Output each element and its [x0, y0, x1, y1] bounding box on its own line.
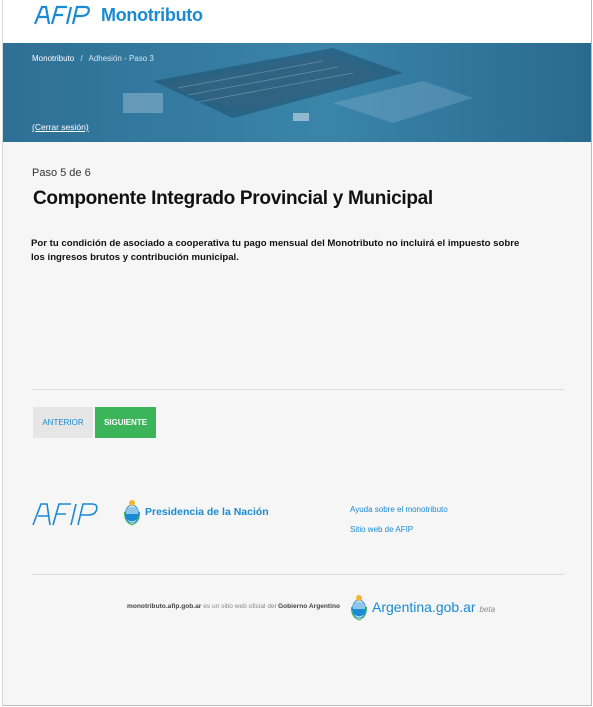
official-text: es un sitio web oficial del: [203, 603, 277, 610]
argentina-gob-name: Argentina.gob.ar: [372, 599, 476, 615]
official-site-notice: monotributo.afip.gob.ar es un sitio web …: [127, 603, 340, 610]
beta-badge: beta: [479, 604, 496, 614]
page-title: Componente Integrado Provincial y Munici…: [33, 188, 433, 209]
footer-afip-logo-icon: [32, 502, 104, 531]
step-indicator: Paso 5 de 6: [32, 167, 91, 179]
breadcrumb: Monotributo / Adhesión - Paso 3: [32, 54, 154, 63]
help-monotributo-link[interactable]: Ayuda sobre el monotributo: [350, 505, 448, 514]
presidencia-brand[interactable]: Presidencia de la Nación: [124, 498, 269, 526]
top-bar: Monotributo: [3, 0, 591, 43]
official-domain: monotributo.afip.gob.ar: [127, 603, 202, 610]
hero-banner: Monotributo / Adhesión - Paso 3 (Cerrar …: [3, 43, 591, 142]
brand-name: Monotributo: [101, 4, 203, 25]
logout-link[interactable]: (Cerrar sesión): [32, 122, 89, 132]
coat-of-arms-icon: [124, 500, 140, 526]
brand[interactable]: Monotributo: [33, 4, 203, 26]
breadcrumb-separator: /: [80, 54, 83, 63]
next-button[interactable]: SIGUIENTE: [95, 407, 156, 438]
content-divider: [32, 389, 564, 390]
afip-logo-icon: [33, 4, 95, 26]
page-frame: Monotributo Monotributo / Adhesión - Pas…: [2, 0, 592, 706]
breadcrumb-current: Adhesión - Paso 3: [88, 54, 154, 63]
official-entity: Gobierno Argentino: [277, 603, 341, 610]
previous-button[interactable]: ANTERIOR: [33, 407, 93, 438]
argentina-coat-of-arms-icon: [351, 595, 367, 621]
footer-divider: [32, 574, 564, 575]
presidencia-label: Presidencia de la Nación: [145, 506, 269, 518]
info-message: Por tu condición de asociado a cooperati…: [31, 238, 520, 263]
argentina-gob-brand[interactable]: Argentina.gob.ar beta: [351, 593, 495, 621]
afip-website-link[interactable]: Sitio web de AFIP: [350, 525, 413, 534]
breadcrumb-root[interactable]: Monotributo: [32, 54, 74, 63]
